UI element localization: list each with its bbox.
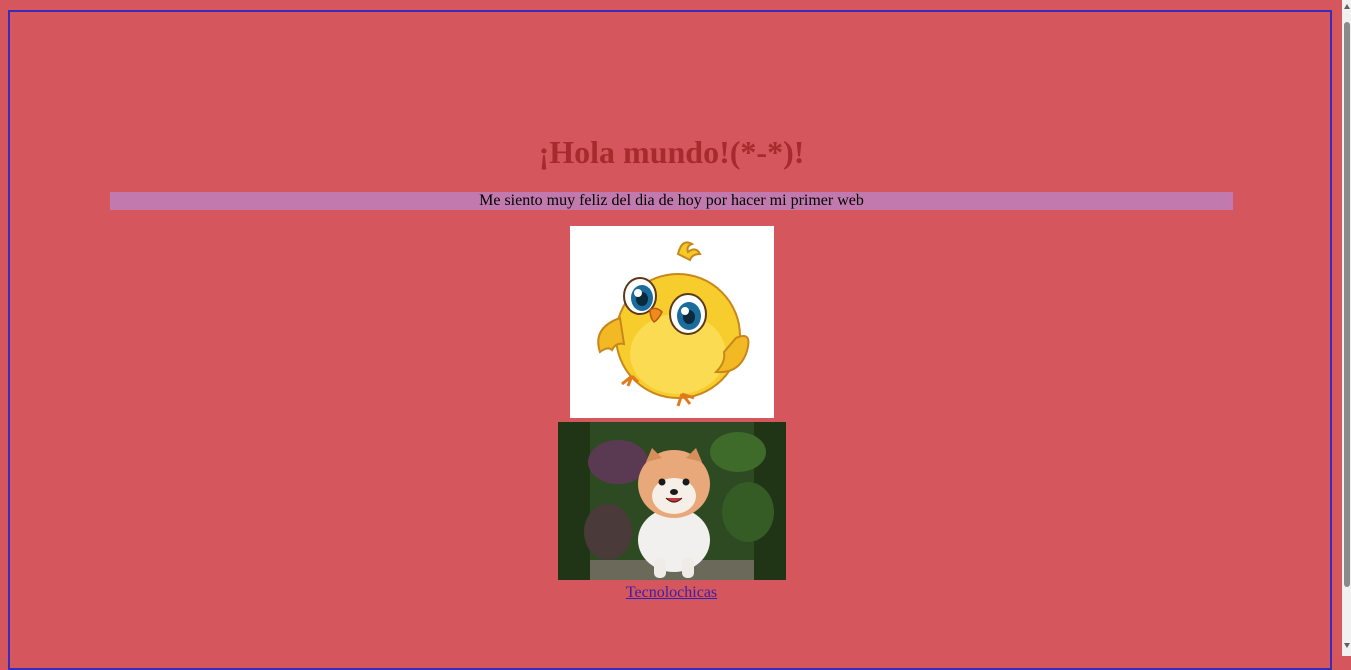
scroll-down-arrow-icon[interactable] <box>1344 643 1350 648</box>
tecnolochicas-link-wrap: Tecnolochicas <box>0 584 1343 602</box>
scrollbar-thumb[interactable] <box>1344 22 1350 587</box>
chick-illustration <box>597 241 750 407</box>
vertical-scrollbar[interactable] <box>1342 0 1351 656</box>
scroll-up-arrow-icon[interactable] <box>1344 4 1350 9</box>
chick-image <box>570 226 774 418</box>
page-title: ¡Hola mundo!(*-*)! <box>538 134 805 170</box>
banner-text: Me siento muy feliz del dia de hoy por h… <box>110 192 1233 210</box>
tecnolochicas-link[interactable]: Tecnolochicas <box>626 584 717 601</box>
dog-photo <box>558 422 786 580</box>
dog-image <box>558 422 786 580</box>
